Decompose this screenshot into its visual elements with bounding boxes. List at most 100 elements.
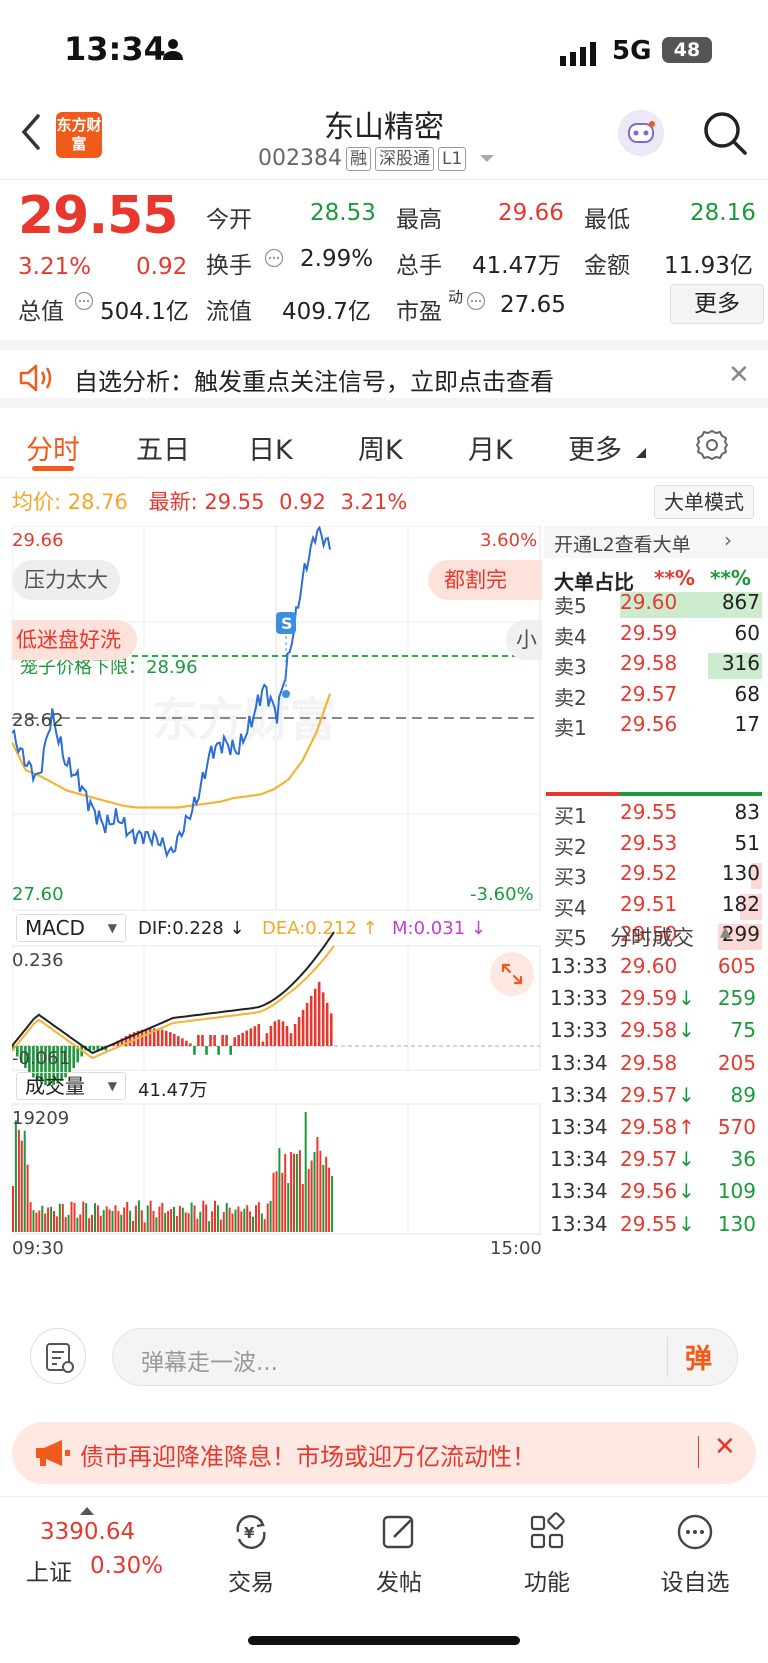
ask-row[interactable]: 卖5 29.60 867 bbox=[544, 590, 762, 622]
robot-assistant-icon[interactable] bbox=[618, 110, 664, 156]
volume-bar bbox=[316, 1137, 319, 1232]
trade-price: 29.60 bbox=[620, 954, 678, 978]
trade-row: 13:33 29.58 ↓ 75 bbox=[544, 1018, 764, 1052]
l2-promo[interactable]: 开通L2查看大单 › bbox=[544, 526, 768, 558]
bid-row[interactable]: 买3 29.52 130 bbox=[544, 861, 762, 893]
stock-header: 东方财富 东山精密 002384 融 深股通 L1 bbox=[0, 100, 768, 180]
big-ratio-sell: **% bbox=[710, 566, 751, 590]
level-label: 买4 bbox=[554, 895, 587, 920]
danmu-bubble[interactable]: 低迷盘好洗 bbox=[12, 620, 137, 660]
macd-bar bbox=[325, 1002, 329, 1046]
open-label: 今开 bbox=[206, 207, 252, 233]
expand-button[interactable] bbox=[490, 952, 534, 996]
volume-bar bbox=[240, 1211, 243, 1232]
pe-value: 27.65 bbox=[500, 292, 566, 318]
macd-bar bbox=[313, 988, 317, 1046]
level-volume: 316 bbox=[721, 651, 760, 675]
volume-bar bbox=[108, 1209, 111, 1232]
volume-bar bbox=[272, 1172, 275, 1232]
s-marker-label: S bbox=[281, 614, 293, 633]
ask-row[interactable]: 卖4 29.59 60 bbox=[544, 621, 762, 653]
volume-bar bbox=[114, 1205, 117, 1232]
high-label: 最高 bbox=[396, 207, 442, 233]
volume-bar bbox=[70, 1201, 73, 1232]
gear-icon[interactable] bbox=[695, 428, 729, 462]
intraday-chart[interactable]: 东方财富 笼子价格下限：28.96 S 29.66 3.60% 28.62 27… bbox=[11, 525, 542, 1306]
quote-panel: 29.55 3.21% 0.92 今开 28.53 最高 29.66 最低 28… bbox=[0, 182, 768, 340]
tab-add-watchlist[interactable]: 设自选 bbox=[640, 1511, 750, 1597]
trade-volume: 75 bbox=[730, 1018, 756, 1043]
analysis-banner[interactable]: 自选分析：触发重点关注信号，立即点击查看 ✕ bbox=[0, 340, 768, 408]
turnover-label: 换手 bbox=[206, 253, 252, 279]
chevron-down-icon: ▼ bbox=[107, 921, 117, 935]
index-name[interactable]: 上证 bbox=[26, 1553, 72, 1587]
ask-row[interactable]: 卖3 29.58 316 bbox=[544, 651, 762, 683]
bid-row[interactable]: 买2 29.53 51 bbox=[544, 831, 762, 863]
ask-row[interactable]: 卖2 29.57 68 bbox=[544, 682, 762, 714]
volume-bar bbox=[322, 1164, 325, 1232]
search-icon[interactable] bbox=[702, 110, 748, 156]
volume-bar bbox=[252, 1216, 254, 1232]
macd-bar bbox=[189, 1043, 192, 1046]
danmu-bubble[interactable]: 压力太大 bbox=[12, 560, 120, 600]
volume-total: 41.47万 bbox=[138, 1080, 208, 1101]
tab-monthly-k[interactable]: 月K bbox=[468, 428, 513, 467]
trade-price: 29.58 bbox=[620, 1018, 678, 1043]
macd-selector[interactable]: MACD ▼ bbox=[16, 914, 126, 942]
level-volume: 51 bbox=[734, 830, 760, 855]
bid-row[interactable]: 买4 29.51 182 bbox=[544, 892, 762, 924]
bid-row[interactable]: 买1 29.55 83 bbox=[544, 800, 762, 832]
macd-bar bbox=[281, 1021, 285, 1046]
volume-bar bbox=[126, 1201, 129, 1232]
speaker-icon bbox=[19, 364, 52, 392]
index-value[interactable]: 3390.64 bbox=[40, 1519, 135, 1545]
macd-bar bbox=[245, 1030, 248, 1046]
volume-bar bbox=[278, 1148, 281, 1232]
info-dots-icon[interactable] bbox=[466, 291, 486, 311]
tab-five-day[interactable]: 五日 bbox=[136, 428, 190, 467]
macd-bar bbox=[229, 1046, 232, 1055]
level-volume: 867 bbox=[721, 590, 760, 614]
info-dots-icon[interactable] bbox=[74, 291, 94, 311]
close-icon[interactable]: ✕ bbox=[728, 360, 750, 390]
macd-bar bbox=[317, 981, 321, 1046]
volume-bar bbox=[94, 1203, 96, 1232]
more-quote-button[interactable]: 更多 bbox=[670, 284, 764, 324]
volume-bar bbox=[184, 1212, 187, 1232]
volume-bar bbox=[35, 1212, 38, 1232]
danmu-bubble[interactable]: 小 bbox=[506, 620, 542, 660]
battery-icon: 48 bbox=[662, 37, 712, 63]
ask-row[interactable]: 卖1 29.56 17 bbox=[544, 712, 762, 744]
tab-functions[interactable]: 功能 bbox=[492, 1511, 602, 1597]
danmu-send-button[interactable]: 弹 bbox=[685, 1337, 712, 1376]
tab-trade[interactable]: ¥ 交易 bbox=[196, 1511, 306, 1597]
danmu-input[interactable]: 弹幕走一波... 弹 bbox=[112, 1328, 738, 1386]
index-pct[interactable]: 0.30% bbox=[90, 1553, 163, 1579]
avg-label: 均价: bbox=[12, 490, 62, 514]
trades-title[interactable]: 分时成交 bbox=[610, 922, 694, 952]
tab-weekly-k[interactable]: 周K bbox=[358, 428, 403, 467]
danmu-bubble[interactable]: 都割完 bbox=[428, 560, 542, 600]
notes-icon bbox=[46, 1343, 74, 1373]
chevron-up-icon[interactable]: ▲ bbox=[720, 924, 731, 940]
close-icon[interactable]: ✕ bbox=[714, 1432, 736, 1462]
volume-bar bbox=[53, 1211, 55, 1232]
stock-subtitle[interactable]: 002384 融 深股通 L1 bbox=[258, 146, 495, 171]
chevron-down-icon bbox=[480, 155, 495, 162]
notes-button[interactable] bbox=[30, 1328, 86, 1384]
tab-more[interactable]: 更多 bbox=[568, 428, 622, 467]
tab-intraday[interactable]: 分时 bbox=[26, 428, 80, 467]
volume-bar bbox=[20, 1140, 23, 1232]
volume-bar bbox=[310, 1160, 313, 1232]
volume-selector[interactable]: 成交量 ▼ bbox=[16, 1072, 126, 1100]
tab-daily-k[interactable]: 日K bbox=[248, 428, 293, 467]
level-label: 卖4 bbox=[554, 624, 587, 649]
big-order-mode-button[interactable]: 大单模式 bbox=[654, 485, 754, 519]
tab-post[interactable]: 发帖 bbox=[344, 1511, 454, 1597]
volume-bar bbox=[99, 1215, 102, 1232]
info-dots-icon[interactable] bbox=[264, 248, 284, 268]
volume-bar bbox=[243, 1208, 246, 1232]
trade-time: 13:34 bbox=[550, 1050, 608, 1075]
news-notice[interactable]: 债市再迎降准降息！市场或迎万亿流动性！ ✕ bbox=[12, 1422, 756, 1484]
tab-post-label: 发帖 bbox=[376, 1570, 422, 1596]
